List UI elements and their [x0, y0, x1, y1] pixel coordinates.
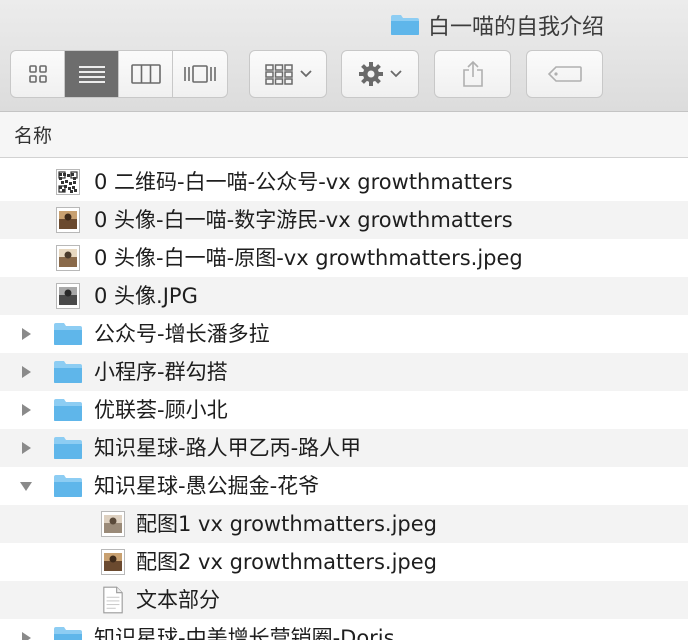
- file-row[interactable]: 配图2 vx growthmatters.jpeg: [0, 543, 688, 581]
- image-thumbnail-icon: [56, 283, 80, 309]
- folder-row[interactable]: 知识星球-愚公掘金-花爷: [0, 467, 688, 505]
- disclosure-toggle[interactable]: [18, 630, 34, 640]
- window-title: 白一喵的自我介绍: [390, 9, 604, 41]
- file-name: 0 头像-白一喵-原图-vx growthmatters.jpeg: [94, 246, 523, 270]
- window-title-text: 白一喵的自我介绍: [428, 15, 605, 40]
- disclosure-triangle-expanded-icon: [20, 482, 32, 491]
- file-row[interactable]: 配图1 vx growthmatters.jpeg: [0, 505, 688, 543]
- gallery-icon: [184, 65, 216, 83]
- file-row[interactable]: 0 头像-白一喵-原图-vx growthmatters.jpeg: [0, 239, 688, 277]
- folder-icon: [391, 15, 419, 35]
- document-icon: [103, 586, 123, 614]
- file-icon-wrapper: [53, 395, 83, 425]
- disclosure-toggle[interactable]: [18, 402, 34, 418]
- file-row[interactable]: 0 二维码-白一喵-公众号-vx growthmatters: [0, 163, 688, 201]
- image-thumbnail-icon: [56, 207, 80, 233]
- share-icon: [462, 60, 483, 87]
- file-name: 0 头像.JPG: [94, 284, 198, 308]
- file-icon-wrapper: [53, 623, 83, 640]
- folder-icon: [54, 475, 82, 497]
- file-name: 优联荟-顾小北: [94, 398, 228, 422]
- name-column-header[interactable]: 名称: [0, 112, 688, 158]
- image-thumbnail-icon: [101, 511, 125, 537]
- folder-icon: [54, 361, 82, 383]
- file-icon-wrapper: [98, 509, 128, 539]
- folder-icon: [54, 399, 82, 421]
- name-column-label: 名称: [14, 125, 53, 147]
- file-name: 知识星球-中美增长营销圈-Doris: [94, 626, 395, 640]
- folder-row[interactable]: 优联荟-顾小北: [0, 391, 688, 429]
- file-icon-wrapper: [98, 585, 128, 615]
- chevron-down-icon: [390, 70, 402, 78]
- list-view-button[interactable]: [65, 51, 119, 97]
- folder-icon: [54, 437, 82, 459]
- file-name: 知识星球-愚公掘金-花爷: [94, 474, 320, 498]
- arrange-icon: [265, 64, 293, 85]
- icon-view-button[interactable]: [11, 51, 65, 97]
- gallery-view-button[interactable]: [173, 51, 227, 97]
- disclosure-triangle-icon: [22, 366, 31, 378]
- file-name: 小程序-群勾搭: [94, 360, 228, 384]
- file-list: 0 二维码-白一喵-公众号-vx growthmatters 0 头像-白一喵-数…: [0, 163, 688, 640]
- image-thumbnail-icon: [101, 549, 125, 575]
- tag-icon: [547, 66, 582, 82]
- file-icon-wrapper: [53, 471, 83, 501]
- image-thumbnail-icon: [56, 245, 80, 271]
- column-view-button[interactable]: [119, 51, 173, 97]
- file-icon-wrapper: [53, 167, 83, 197]
- group-by-button[interactable]: [249, 50, 327, 98]
- file-icon-wrapper: [53, 281, 83, 311]
- view-mode-control: [10, 50, 228, 98]
- disclosure-triangle-icon: [22, 404, 31, 416]
- grid-icon: [28, 65, 47, 83]
- folder-row[interactable]: 小程序-群勾搭: [0, 353, 688, 391]
- folder-row[interactable]: 公众号-增长潘多拉: [0, 315, 688, 353]
- file-icon-wrapper: [53, 243, 83, 273]
- share-button[interactable]: [434, 50, 511, 98]
- qr-code-thumbnail-icon: [56, 169, 80, 195]
- disclosure-toggle[interactable]: [18, 478, 34, 494]
- disclosure-toggle[interactable]: [18, 364, 34, 380]
- folder-row[interactable]: 知识星球-路人甲乙丙-路人甲: [0, 429, 688, 467]
- file-name: 文本部分: [136, 588, 220, 612]
- list-icon: [78, 66, 105, 83]
- disclosure-triangle-icon: [22, 632, 31, 640]
- action-menu-button[interactable]: [341, 50, 419, 98]
- folder-row[interactable]: 知识星球-中美增长营销圈-Doris: [0, 619, 688, 640]
- file-icon-wrapper: [53, 357, 83, 387]
- file-row[interactable]: 0 头像-白一喵-数字游民-vx growthmatters: [0, 201, 688, 239]
- disclosure-toggle[interactable]: [18, 440, 34, 456]
- file-icon-wrapper: [53, 319, 83, 349]
- file-name: 0 头像-白一喵-数字游民-vx growthmatters: [94, 208, 513, 232]
- file-name: 0 二维码-白一喵-公众号-vx growthmatters: [94, 170, 513, 194]
- file-icon-wrapper: [53, 433, 83, 463]
- columns-icon: [130, 64, 161, 84]
- file-name: 配图1 vx growthmatters.jpeg: [136, 512, 438, 536]
- file-name: 知识星球-路人甲乙丙-路人甲: [94, 436, 362, 460]
- edit-tags-button[interactable]: [526, 50, 603, 98]
- gear-icon: [359, 62, 383, 86]
- disclosure-triangle-icon: [22, 328, 31, 340]
- file-name: 配图2 vx growthmatters.jpeg: [136, 550, 438, 574]
- folder-icon: [54, 627, 82, 640]
- file-row[interactable]: 0 头像.JPG: [0, 277, 688, 315]
- file-row[interactable]: 文本部分: [0, 581, 688, 619]
- chevron-down-icon: [300, 70, 312, 78]
- disclosure-triangle-icon: [22, 442, 31, 454]
- file-icon-wrapper: [98, 547, 128, 577]
- file-name: 公众号-增长潘多拉: [94, 322, 270, 346]
- file-icon-wrapper: [53, 205, 83, 235]
- folder-icon: [54, 323, 82, 345]
- disclosure-toggle[interactable]: [18, 326, 34, 342]
- finder-toolbar: 白一喵的自我介绍: [0, 0, 688, 112]
